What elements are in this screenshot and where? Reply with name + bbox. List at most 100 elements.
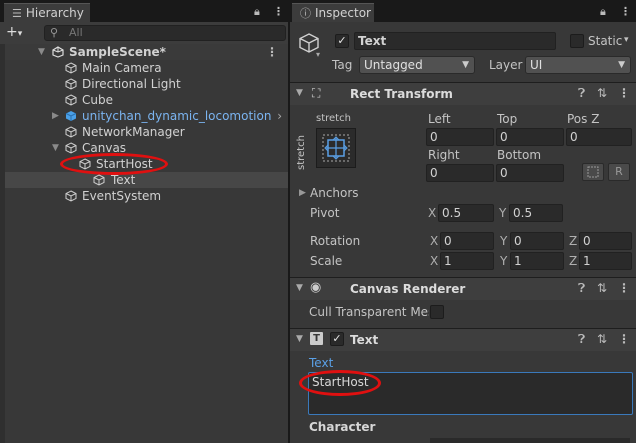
anchor-preset-button[interactable] [316, 128, 356, 168]
tag-value: Untagged [364, 58, 423, 72]
tab-menu-icon[interactable]: ⋮ [620, 5, 631, 18]
lock-icon[interactable]: 🔒︎ [254, 5, 260, 19]
layer-label: Layer [489, 58, 523, 72]
pivot-y-field[interactable]: 0.5 [509, 204, 563, 222]
pivot-x-field[interactable]: 0.5 [438, 204, 494, 222]
hierarchy-tab-title: Hierarchy [25, 6, 84, 20]
anchor-preset-top-label: stretch [316, 113, 351, 124]
stretch-anchor-icon [322, 134, 350, 162]
component-menu-icon[interactable]: ⋮ [618, 86, 630, 100]
expand-arrow-icon[interactable]: ▼ [52, 140, 59, 156]
scale-y-field[interactable]: 1 [510, 252, 564, 270]
info-icon: ⓘ [300, 7, 311, 20]
icon-dropdown-icon[interactable]: ▾ [316, 50, 320, 59]
rect-transform-header[interactable]: ▼ ⛶ Rect Transform ❓︎ ⇅ ⋮ [290, 82, 636, 105]
hierarchy-tab[interactable]: ☰ Hierarchy [4, 3, 90, 22]
help-icon[interactable]: ❓︎ [578, 332, 585, 347]
chevron-down-icon: ▼ [462, 60, 469, 70]
scale-y-label: Y [500, 254, 508, 268]
cull-transparent-checkbox[interactable] [430, 305, 444, 319]
rotation-label: Rotation [310, 234, 361, 248]
list-icon: ☰ [12, 6, 22, 20]
rect-transform-icon: ⛶ [312, 86, 321, 100]
inspector-panel: ⓘ Inspector 🔒︎ ⋮ ▾ ✓ Text Static ▾ Tag U… [290, 0, 636, 443]
rotation-z-field[interactable]: 0 [579, 232, 632, 250]
canvas-renderer-title: Canvas Renderer [350, 282, 466, 296]
tag-dropdown[interactable]: Untagged ▼ [359, 56, 475, 74]
component-menu-icon[interactable]: ⋮ [618, 332, 630, 346]
scene-menu-icon[interactable]: ⋮ [266, 44, 278, 60]
expand-arrow-icon[interactable]: ▼ [38, 44, 45, 60]
anchors-fold-arrow-icon[interactable]: ▶ [299, 188, 306, 198]
text-component-header[interactable]: ▼ T ✓ Text ❓︎ ⇅ ⋮ [290, 328, 636, 351]
rect-transform-title: Rect Transform [350, 87, 453, 101]
hierarchy-item-eventsystem[interactable]: EventSystem [5, 188, 288, 204]
static-checkbox[interactable] [570, 34, 584, 48]
component-menu-icon[interactable]: ⋮ [618, 281, 630, 295]
top-field[interactable]: 0 [496, 128, 564, 146]
blueprint-mode-button[interactable] [582, 163, 604, 181]
hierarchy-item-text[interactable]: Text [5, 172, 288, 188]
hierarchy-search-input[interactable]: ⚲ All [44, 25, 286, 41]
blueprint-icon [587, 166, 599, 178]
chevron-right-icon[interactable]: › [277, 108, 282, 124]
gameobject-cube-icon [65, 126, 77, 138]
gameobject-cube-icon [93, 174, 105, 186]
hierarchy-item-canvas[interactable]: ▼ Canvas [5, 140, 288, 156]
hierarchy-item-main-camera[interactable]: Main Camera [5, 60, 288, 76]
gameobject-cube-icon [65, 94, 77, 106]
fold-arrow-icon[interactable]: ▼ [296, 334, 303, 344]
item-label: EventSystem [82, 189, 162, 203]
fold-arrow-icon[interactable]: ▼ [296, 283, 303, 293]
collapsed-arrow-icon[interactable]: ▶ [52, 108, 59, 124]
right-field[interactable]: 0 [426, 164, 494, 182]
anchors-label[interactable]: Anchors [310, 186, 359, 200]
help-icon[interactable]: ❓︎ [578, 86, 585, 101]
object-name-field[interactable]: Text [354, 32, 556, 50]
posz-field[interactable]: 0 [566, 128, 632, 146]
canvas-renderer-header[interactable]: ▼ ◉ Canvas Renderer ❓︎ ⇅ ⋮ [290, 277, 636, 300]
hierarchy-item-networkmanager[interactable]: NetworkManager [5, 124, 288, 140]
pivot-x-label: X [428, 206, 437, 220]
text-enabled-checkbox[interactable]: ✓ [330, 332, 344, 346]
lock-icon[interactable]: 🔒︎ [600, 5, 606, 19]
raw-edit-button[interactable]: R [608, 163, 630, 181]
help-icon[interactable]: ❓︎ [578, 281, 585, 296]
layer-value: UI [530, 58, 543, 72]
create-plus-icon[interactable]: +▾ [6, 25, 22, 41]
preset-sliders-icon[interactable]: ⇅ [597, 281, 607, 295]
inspector-tab[interactable]: ⓘ Inspector [292, 3, 374, 22]
bottom-label: Bottom [497, 148, 542, 162]
preset-sliders-icon[interactable]: ⇅ [597, 332, 607, 346]
hierarchy-tab-bar: ☰ Hierarchy 🔒︎ ⋮ [0, 0, 288, 22]
pivot-label: Pivot [310, 206, 340, 220]
active-checkbox[interactable]: ✓ [335, 34, 349, 48]
item-label: unitychan_dynamic_locomotion [82, 109, 272, 123]
static-dropdown-icon[interactable]: ▾ [624, 35, 629, 45]
hierarchy-item-cube[interactable]: Cube [5, 92, 288, 108]
chevron-down-icon: ▼ [618, 60, 625, 70]
red-highlight-circle [299, 370, 381, 396]
rot-z-label: Z [569, 234, 578, 248]
rot-y-label: Y [500, 234, 508, 248]
search-placeholder: All [69, 26, 83, 39]
left-field[interactable]: 0 [426, 128, 494, 146]
scale-x-field[interactable]: 1 [440, 252, 494, 270]
hierarchy-item-unitychan[interactable]: ▶ unitychan_dynamic_locomotion › [5, 108, 288, 124]
rotation-y-field[interactable]: 0 [510, 232, 564, 250]
hierarchy-item-directional-light[interactable]: Directional Light [5, 76, 288, 92]
tab-menu-icon[interactable]: ⋮ [273, 5, 284, 18]
scene-row[interactable]: ▼ SampleScene* ⋮ [5, 44, 288, 60]
text-field-label: Text [309, 356, 334, 370]
fold-arrow-icon[interactable]: ▼ [296, 88, 303, 98]
scale-z-field[interactable]: 1 [579, 252, 632, 270]
right-label: Right [428, 148, 460, 162]
preset-sliders-icon[interactable]: ⇅ [597, 86, 607, 100]
layer-dropdown[interactable]: UI ▼ [525, 56, 631, 74]
left-label: Left [428, 112, 451, 126]
item-label: Directional Light [82, 77, 181, 91]
bottom-field[interactable]: 0 [496, 164, 564, 182]
font-field-partial[interactable] [430, 438, 630, 443]
gameobject-cube-icon [65, 78, 77, 90]
rotation-x-field[interactable]: 0 [440, 232, 494, 250]
